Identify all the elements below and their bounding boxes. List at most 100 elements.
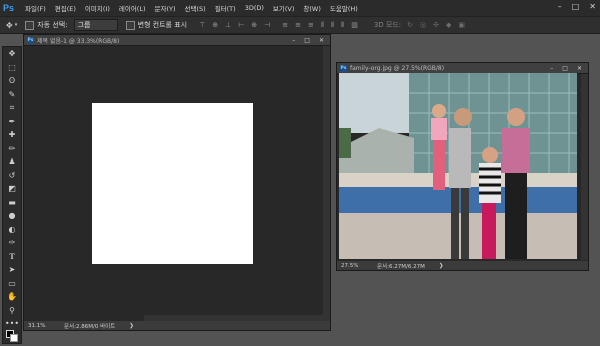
vertical-scrollbar[interactable] [323, 46, 330, 321]
document-minimize-button[interactable]: – [550, 65, 553, 72]
distribute-top-icon[interactable]: ≡ [282, 21, 288, 30]
vertical-scrollbar[interactable] [581, 74, 588, 260]
3d-mode-label: 3D 모드: [373, 21, 402, 29]
status-menu-arrow-icon[interactable]: ❯ [439, 263, 444, 269]
person-mother-top [502, 128, 530, 173]
move-tool-icon[interactable]: ✥ [6, 21, 13, 30]
document-maximize-button[interactable]: □ [562, 65, 568, 72]
status-bar: 31.1% 문서:2.86M/0 바이트 ❯ [24, 321, 330, 330]
status-menu-arrow-icon[interactable]: ❯ [129, 323, 134, 329]
align-top-icon[interactable]: ⊤ [199, 21, 205, 29]
menu-window[interactable]: 창(W) [303, 3, 320, 13]
distribute-left-icon[interactable]: ⦀ [321, 21, 324, 30]
menu-bar: Ps 파일(F) 편집(E) 이미지(I) 레이어(L) 문자(Y) 선택(S)… [0, 0, 600, 16]
document-minimize-button[interactable]: – [292, 37, 295, 44]
background-color[interactable] [10, 334, 18, 342]
tool-preset-dropdown-icon[interactable]: ▾ [15, 22, 18, 28]
options-bar: ✥ ▾ 자동 선택: 그룹 변형 컨트롤 표시 ⊤ ⊕ ⊥ ⊢ ⊕ ⊣ ≡ ≡ … [0, 16, 600, 34]
zoom-level[interactable]: 27.5% [341, 263, 371, 269]
align-vcenter-icon[interactable]: ⊕ [212, 21, 218, 29]
document-tab[interactable]: Ps 제목 없음-1 @ 33.3%(RGB/8) – □ ✕ [24, 35, 330, 46]
align-bottom-icon[interactable]: ⊥ [225, 21, 231, 29]
crop-tool-icon[interactable]: ⌗ [3, 101, 21, 115]
menu-view[interactable]: 보기(V) [273, 3, 294, 13]
align-hcenter-icon[interactable]: ⊕ [251, 21, 257, 29]
3d-scale-icon[interactable]: ▣ [458, 21, 465, 29]
document-controls: – □ ✕ [292, 37, 324, 44]
person-child-top [431, 118, 447, 140]
blank-canvas[interactable] [92, 103, 253, 264]
document-close-button[interactable]: ✕ [319, 37, 324, 44]
type-tool-icon[interactable]: T [3, 250, 21, 264]
menu-edit[interactable]: 편집(E) [55, 3, 76, 13]
show-transform-checkbox[interactable] [125, 20, 135, 30]
lasso-tool-icon[interactable]: ʘ [3, 74, 21, 88]
person-child-head [432, 104, 446, 118]
more-tools-icon[interactable]: ••• [3, 317, 21, 331]
document-close-button[interactable]: ✕ [577, 65, 582, 72]
3d-roll-icon[interactable]: ◎ [420, 21, 426, 29]
3d-pan-icon[interactable]: ✣ [433, 21, 439, 29]
brush-tool-icon[interactable]: ✏ [3, 142, 21, 156]
tree [339, 128, 351, 158]
3d-rotate-icon[interactable]: ↻ [407, 21, 413, 29]
person-father-torso [449, 128, 471, 188]
menu-type[interactable]: 문자(Y) [155, 3, 176, 13]
eraser-tool-icon[interactable]: ◩ [3, 182, 21, 196]
show-transform-label: 변형 컨트롤 표시 [137, 21, 188, 29]
menu-layer[interactable]: 레이어(L) [119, 3, 146, 13]
family-photo[interactable] [339, 73, 577, 259]
healing-tool-icon[interactable]: ✚ [3, 128, 21, 142]
tools-panel: ✥ ⬚ ʘ ✎ ⌗ ✒ ✚ ✏ ♟ ↺ ◩ ▬ ● ◐ ✑ T ➤ ▭ ✋ ⚲ … [2, 46, 22, 344]
distribute-bottom-icon[interactable]: ≡ [308, 21, 314, 30]
blur-tool-icon[interactable]: ● [3, 209, 21, 223]
document-title: family-org.jpg @ 27.5%(RGB/8) [350, 64, 445, 72]
close-button[interactable]: ✕ [589, 2, 596, 11]
document-maximize-button[interactable]: □ [304, 37, 310, 44]
path-select-tool-icon[interactable]: ➤ [3, 263, 21, 277]
auto-align-icon[interactable]: ▥ [351, 21, 358, 30]
history-brush-tool-icon[interactable]: ↺ [3, 169, 21, 183]
person-mother-legs [505, 173, 527, 259]
zoom-tool-icon[interactable]: ⚲ [3, 304, 21, 318]
align-buttons: ⊤ ⊕ ⊥ ⊢ ⊕ ⊣ [199, 21, 270, 29]
quick-select-tool-icon[interactable]: ✎ [3, 88, 21, 102]
menu-3d[interactable]: 3D(D) [245, 4, 264, 12]
3d-slide-icon[interactable]: ◆ [446, 21, 451, 29]
distribute-right-icon[interactable]: ⦀ [341, 21, 344, 30]
align-right-icon[interactable]: ⊣ [264, 21, 270, 29]
eyedropper-tool-icon[interactable]: ✒ [3, 115, 21, 129]
status-bar: 27.5% 문서:6.27M/6.27M ❯ [337, 261, 588, 270]
minimize-button[interactable]: – [558, 2, 562, 11]
distribute-vcenter-icon[interactable]: ≡ [295, 21, 301, 30]
align-left-icon[interactable]: ⊢ [238, 21, 244, 29]
document-size: 문서:2.86M/0 바이트 [64, 323, 116, 330]
dodge-tool-icon[interactable]: ◐ [3, 223, 21, 237]
move-tool-icon[interactable]: ✥ [3, 47, 21, 61]
person-girl-legs [482, 203, 496, 259]
distribute-hcenter-icon[interactable]: ⦀ [331, 21, 334, 30]
auto-select-label: 자동 선택: [37, 21, 68, 29]
auto-select-dropdown[interactable]: 그룹 [73, 19, 118, 31]
person-child-legs [433, 140, 445, 190]
shape-tool-icon[interactable]: ▭ [3, 277, 21, 291]
person-girl-head [482, 147, 498, 163]
zoom-level[interactable]: 31.1% [28, 323, 58, 329]
marquee-tool-icon[interactable]: ⬚ [3, 61, 21, 75]
menu-file[interactable]: 파일(F) [25, 3, 46, 13]
pen-tool-icon[interactable]: ✑ [3, 236, 21, 250]
menu-filter[interactable]: 필터(T) [215, 3, 236, 13]
color-swatches[interactable] [6, 330, 18, 342]
maximize-button[interactable]: □ [572, 2, 580, 11]
menu-image[interactable]: 이미지(I) [85, 3, 110, 13]
person-father-leg-left [451, 188, 459, 259]
hand-tool-icon[interactable]: ✋ [3, 290, 21, 304]
menu-help[interactable]: 도움말(H) [330, 3, 358, 13]
ps-file-icon: Ps [340, 64, 347, 72]
auto-select-checkbox[interactable] [25, 20, 35, 30]
stamp-tool-icon[interactable]: ♟ [3, 155, 21, 169]
menu-select[interactable]: 선택(S) [185, 3, 206, 13]
gradient-tool-icon[interactable]: ▬ [3, 196, 21, 210]
distribute-buttons: ≡ ≡ ≡ ⦀ ⦀ ⦀ ▥ [282, 21, 358, 30]
ps-file-icon: Ps [27, 36, 34, 44]
